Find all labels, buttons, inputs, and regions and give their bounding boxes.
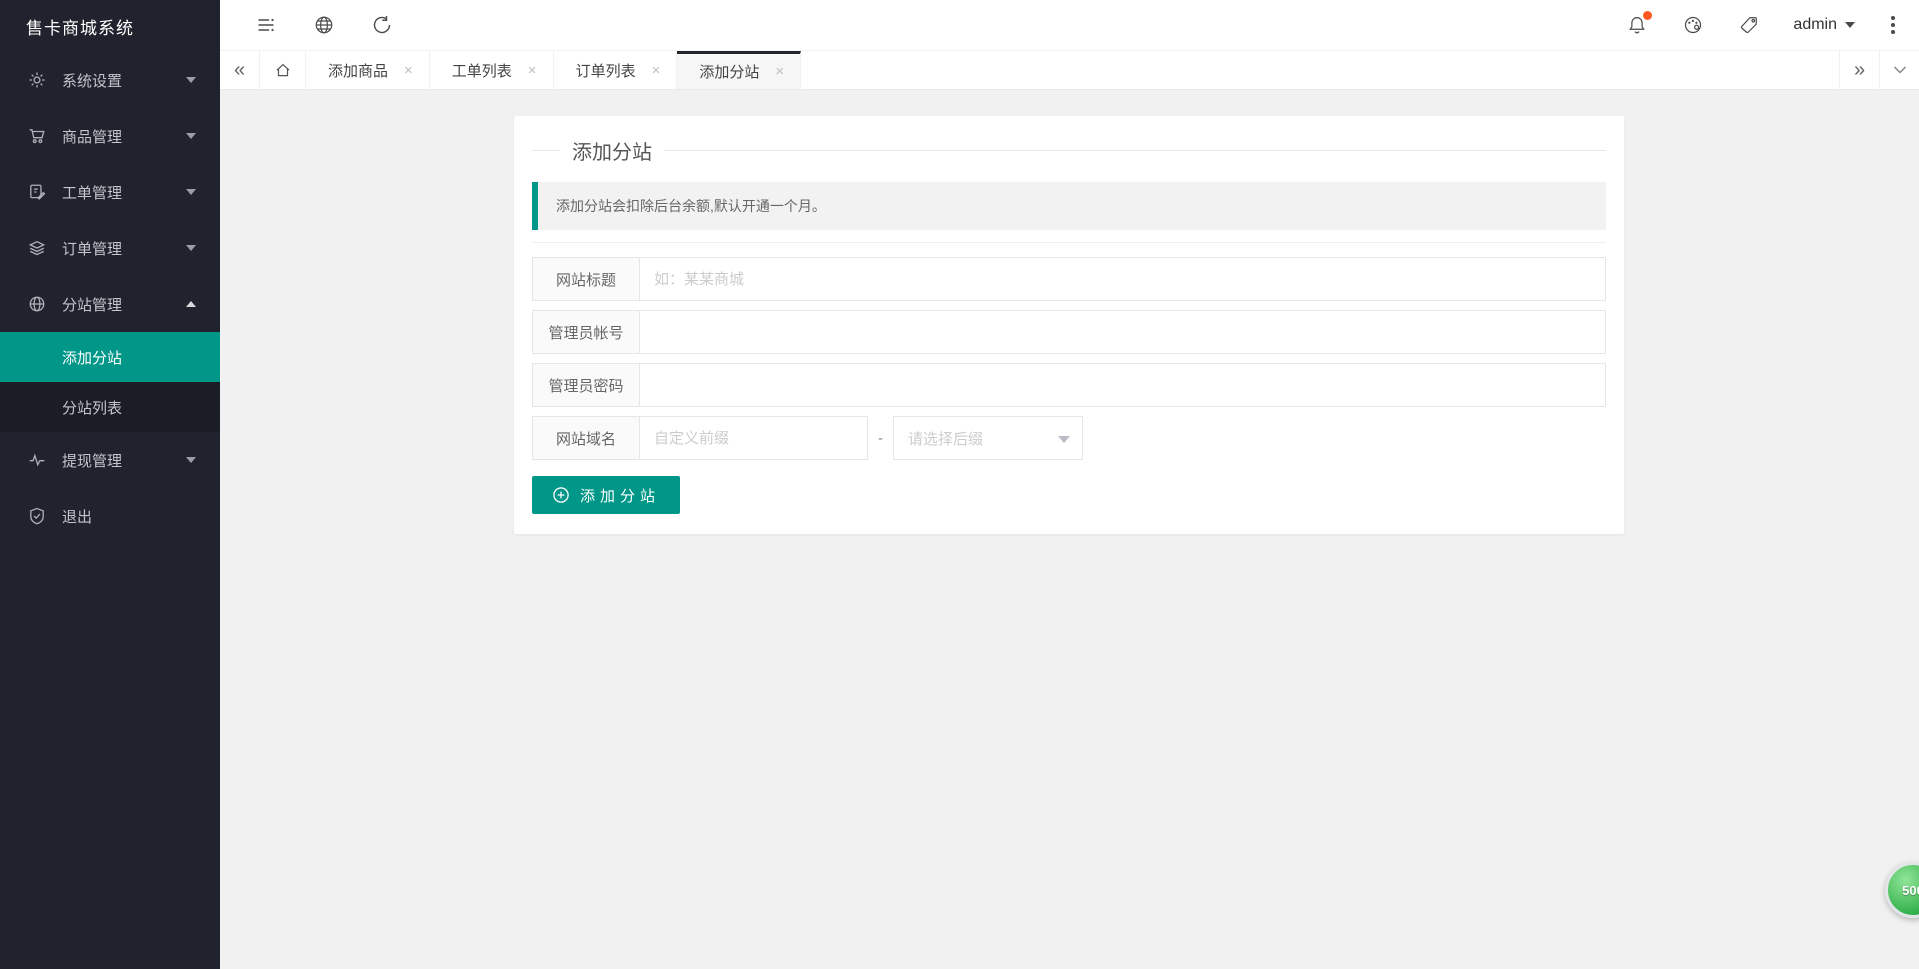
sidebar-subitem-label: 分站列表 [62, 397, 122, 418]
card-title: 添加分站 [532, 134, 1606, 166]
sidebar-item-label: 退出 [62, 506, 196, 527]
chevron-down-icon [186, 77, 196, 83]
sidebar-subitem-label: 添加分站 [62, 347, 122, 368]
work-order-icon [28, 182, 48, 202]
sidebar-item-label: 工单管理 [62, 182, 186, 203]
divider [532, 242, 1606, 243]
tab-order-list[interactable]: 订单列表 × [554, 51, 678, 89]
chevron-down-icon [186, 133, 196, 139]
close-icon[interactable]: × [652, 62, 661, 79]
add-substation-button-label: 添加分站 [580, 485, 660, 506]
tabs-scroll-left-button[interactable]: « [220, 51, 260, 89]
gear-icon [28, 70, 48, 90]
tab-label: 订单列表 [576, 60, 636, 81]
chevron-down-icon [1845, 22, 1855, 28]
admin-password-label: 管理员密码 [532, 363, 640, 407]
tab-add-product[interactable]: 添加商品 × [306, 51, 430, 89]
domain-suffix-select[interactable]: 请选择后缀 [893, 416, 1083, 460]
palette-icon[interactable] [1681, 13, 1705, 37]
shield-check-icon [28, 506, 48, 526]
admin-account-input[interactable] [639, 310, 1606, 354]
sidebar-item-label: 分站管理 [62, 294, 186, 315]
plus-circle-icon [552, 486, 570, 504]
chevron-down-icon [186, 457, 196, 463]
cart-icon [28, 126, 48, 146]
alert-text: 添加分站会扣除后台余额,默认开通一个月。 [556, 196, 826, 216]
chevron-down-icon [1058, 436, 1070, 443]
sidebar-item-label: 系统设置 [62, 70, 186, 91]
admin-password-input[interactable] [639, 363, 1606, 407]
tab-spacer [801, 51, 1839, 89]
pulse-icon [28, 450, 48, 470]
tabs-dropdown-button[interactable] [1879, 51, 1919, 89]
floating-badge-text: 500 [1902, 883, 1919, 898]
info-alert: 添加分站会扣除后台余额,默认开通一个月。 [532, 182, 1606, 230]
select-placeholder: 请选择后缀 [908, 428, 983, 449]
sidebar-item-withdrawal-management[interactable]: 提现管理 [0, 432, 220, 488]
chevron-up-icon [186, 301, 196, 307]
tab-label: 工单列表 [452, 60, 512, 81]
sidebar-item-system-settings[interactable]: 系统设置 [0, 52, 220, 108]
sidebar-item-work-order-management[interactable]: 工单管理 [0, 164, 220, 220]
tag-icon[interactable] [1737, 13, 1761, 37]
site-title-label: 网站标题 [532, 257, 640, 301]
domain-prefix-input[interactable] [639, 416, 868, 460]
sidebar: 售卡商城系统 系统设置 [0, 0, 220, 969]
form-row-admin-account: 管理员帐号 [532, 310, 1606, 354]
tab-label: 添加商品 [328, 60, 388, 81]
sidebar-nav: 系统设置 商品管理 [0, 52, 220, 544]
site-title-input[interactable] [639, 257, 1606, 301]
layers-icon [28, 238, 48, 258]
close-icon[interactable]: × [528, 62, 537, 79]
domain-separator: - [878, 416, 883, 460]
tab-label: 添加分站 [699, 61, 759, 82]
form-row-site-domain: 网站域名 - 请选择后缀 [532, 416, 1606, 460]
sidebar-item-label: 提现管理 [62, 450, 186, 471]
form-row-admin-password: 管理员密码 [532, 363, 1606, 407]
home-icon [274, 61, 292, 79]
add-substation-card: 添加分站 添加分站会扣除后台余额,默认开通一个月。 网站标题 管理员帐号 管理员… [514, 116, 1624, 534]
notification-dot [1643, 11, 1652, 20]
kebab-menu-icon[interactable] [1887, 12, 1899, 38]
sidebar-item-label: 订单管理 [62, 238, 186, 259]
admin-account-label: 管理员帐号 [532, 310, 640, 354]
globe-icon [28, 294, 48, 314]
site-domain-label: 网站域名 [532, 416, 640, 460]
refresh-icon[interactable] [370, 13, 394, 37]
globe-icon[interactable] [312, 13, 336, 37]
sidebar-item-label: 商品管理 [62, 126, 186, 147]
chevron-down-icon [186, 245, 196, 251]
top-bar-right: admin [1625, 12, 1919, 38]
card-title-text: 添加分站 [572, 136, 652, 165]
sidebar-item-order-management[interactable]: 订单管理 [0, 220, 220, 276]
top-bar-left [220, 13, 394, 37]
sidebar-subitem-substation-list[interactable]: 分站列表 [0, 382, 220, 432]
add-substation-button[interactable]: 添加分站 [532, 476, 680, 514]
sidebar-item-logout[interactable]: 退出 [0, 488, 220, 544]
main-content: 添加分站 添加分站会扣除后台余额,默认开通一个月。 网站标题 管理员帐号 管理员… [220, 90, 1919, 969]
close-icon[interactable]: × [404, 62, 413, 79]
app-logo: 售卡商城系统 [0, 0, 220, 52]
top-bar: admin [220, 0, 1919, 51]
chevron-down-icon [186, 189, 196, 195]
sidebar-item-substation-management[interactable]: 分站管理 [0, 276, 220, 332]
tab-add-substation[interactable]: 添加分站 × [677, 51, 801, 89]
collapse-sidebar-icon[interactable] [254, 13, 278, 37]
bell-icon[interactable] [1625, 13, 1649, 37]
tab-work-order-list[interactable]: 工单列表 × [430, 51, 554, 89]
sidebar-subitem-add-substation[interactable]: 添加分站 [0, 332, 220, 382]
form-row-site-title: 网站标题 [532, 257, 1606, 301]
close-icon[interactable]: × [775, 63, 784, 80]
tabs-scroll-right-button[interactable]: » [1839, 51, 1879, 89]
home-tab-button[interactable] [260, 51, 306, 89]
chevron-down-icon [1893, 63, 1907, 77]
user-menu[interactable]: admin [1793, 16, 1855, 34]
screen: 售卡商城系统 系统设置 [0, 0, 1919, 969]
tab-bar: « 添加商品 × 工单列表 × 订单列表 × 添加分站 × » [220, 51, 1919, 90]
user-name: admin [1793, 16, 1837, 34]
sidebar-item-product-management[interactable]: 商品管理 [0, 108, 220, 164]
app-title: 售卡商城系统 [26, 14, 134, 39]
